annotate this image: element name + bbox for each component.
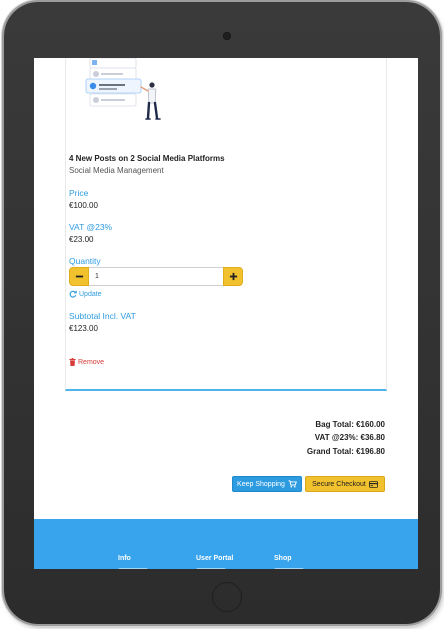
- cart-icon: [288, 480, 297, 488]
- subtotal-value: €123.00: [69, 324, 98, 333]
- footer-user-portal-title: User Portal: [196, 555, 234, 562]
- price-label: Price: [69, 188, 89, 198]
- subtotal-label: Subtotal Incl. VAT: [69, 311, 136, 321]
- grand-total: Grand Total: €196.80: [306, 447, 385, 456]
- secure-checkout-button[interactable]: Secure Checkout: [305, 476, 385, 492]
- site-footer: Info User Portal Shop: [34, 519, 418, 569]
- remove-link[interactable]: Remove: [69, 358, 104, 366]
- product-category: Social Media Management: [69, 166, 164, 175]
- quantity-decrease-button[interactable]: [69, 267, 89, 286]
- vat-total: VAT @23%: €36.80: [314, 433, 385, 442]
- price-value: €100.00: [69, 201, 98, 210]
- cart-item: 4 New Posts on 2 Social Media Platforms …: [65, 58, 387, 391]
- footer-info-link[interactable]: [118, 568, 148, 569]
- plus-icon: [229, 272, 237, 281]
- home-button[interactable]: [212, 582, 242, 612]
- refresh-icon: [69, 290, 77, 298]
- quantity-increase-button[interactable]: [223, 267, 243, 286]
- minus-icon: [75, 275, 83, 278]
- update-label: Update: [79, 290, 102, 298]
- keep-shopping-button[interactable]: Keep Shopping: [232, 476, 302, 492]
- product-illustration: [85, 58, 161, 120]
- footer-info-title: Info: [118, 555, 131, 562]
- camera-icon: [223, 32, 231, 40]
- keep-shopping-label: Keep Shopping: [237, 480, 285, 488]
- update-link[interactable]: Update: [69, 290, 102, 298]
- remove-label: Remove: [78, 358, 105, 366]
- quantity-input[interactable]: [89, 267, 223, 286]
- vat-value: €23.00: [69, 235, 94, 244]
- trash-icon: [69, 358, 76, 366]
- footer-user-portal-link[interactable]: [196, 568, 226, 569]
- footer-shop-title: Shop: [274, 555, 292, 562]
- screen: 4 New Posts on 2 Social Media Platforms …: [34, 58, 418, 569]
- secure-checkout-label: Secure Checkout: [312, 480, 366, 488]
- credit-card-icon: [368, 480, 378, 488]
- quantity-stepper: [69, 267, 243, 286]
- quantity-label: Quantity: [69, 256, 101, 266]
- footer-shop-link[interactable]: [274, 568, 304, 569]
- vat-label: VAT @23%: [69, 222, 113, 232]
- tablet-frame: 4 New Posts on 2 Social Media Platforms …: [4, 2, 440, 624]
- bag-total: Bag Total: €160.00: [315, 420, 385, 429]
- product-name: 4 New Posts on 2 Social Media Platforms: [69, 154, 225, 163]
